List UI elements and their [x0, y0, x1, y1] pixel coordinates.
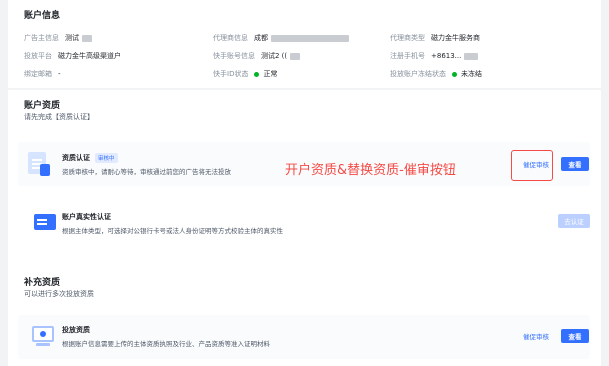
platform-field: 投放平台 磁力金牛高级渠道户	[24, 52, 121, 60]
row-title: 投放资质	[62, 326, 90, 334]
document-icon	[28, 152, 50, 176]
account-page: 账户信息 广告主信息 测试 投放平台 磁力金牛高级渠道户 绑定邮箱 - 代理商信…	[0, 0, 609, 366]
agent-type-field: 代理商类型 磁力金牛服务商	[390, 34, 480, 42]
supplement-subtitle: 可以进行多次投放资质	[24, 290, 94, 298]
annotation-label: 开户资质&替换资质-催审按钮	[285, 163, 456, 178]
register-phone-field: 注册手机号 +8613...	[390, 51, 479, 61]
urge-review-button[interactable]: 催促审核	[518, 329, 554, 343]
delivery-qualification-row: 投放资质 根据账户信息需要上传的主体资质执照及行业、产品资质等准入证明材料 催促…	[18, 315, 590, 359]
go-certify-button[interactable]: 去认证	[558, 214, 590, 228]
status-ok-icon	[254, 71, 260, 77]
card-icon	[30, 214, 56, 234]
bound-email-field: 绑定邮箱 -	[24, 70, 61, 78]
view-button[interactable]: 查看	[561, 329, 589, 343]
row-desc: 根据主体类型，可选择对公银行卡号或法人身份证明等方式校验主体的真实性	[62, 227, 283, 235]
kuaishou-account-field: 快手账号信息 测试2 ((	[213, 51, 301, 61]
screen-icon	[32, 326, 54, 346]
status-badge: 审核中	[95, 153, 118, 163]
status-ok-icon	[452, 71, 457, 77]
advertiser-field: 广告主信息 测试	[24, 33, 92, 43]
row-title: 资质认证 审核中	[62, 153, 118, 163]
qualification-card: 账户资质 请先完成【资质认证】 资质认证 审核中 资质审核中，请耐心等待，审核通过…	[8, 90, 601, 366]
view-button[interactable]: 查看	[561, 157, 589, 171]
redacted-block	[290, 52, 301, 60]
redacted-block	[82, 34, 92, 42]
qualification-title: 账户资质	[24, 101, 61, 111]
agent-info-field: 代理商信息 成都	[213, 33, 349, 43]
qualification-subtitle: 请先完成【资质认证】	[24, 113, 94, 121]
supplement-title: 补充资质	[24, 278, 61, 288]
freeze-status-field: 投放账户冻结状态 未冻结	[390, 70, 482, 78]
highlight-box	[511, 150, 553, 181]
account-info-title: 账户信息	[24, 11, 61, 21]
account-info-card: 账户信息 广告主信息 测试 投放平台 磁力金牛高级渠道户 绑定邮箱 - 代理商信…	[8, 0, 601, 88]
row-desc: 根据账户信息需要上传的主体资质执照及行业、产品资质等准入证明材料	[62, 340, 270, 348]
row-title: 账户真实性认证	[62, 213, 111, 221]
kuaishou-id-status-field: 快手ID状态 正常	[213, 70, 278, 78]
redacted-block	[271, 34, 349, 42]
authenticity-cert-row: 账户真实性认证 根据主体类型，可选择对公银行卡号或法人身份证明等方式校验主体的真…	[18, 200, 590, 244]
redacted-block	[464, 52, 479, 60]
row-desc: 资质审核中，请耐心等待，审核通过前您的广告将无法投放	[62, 168, 231, 176]
